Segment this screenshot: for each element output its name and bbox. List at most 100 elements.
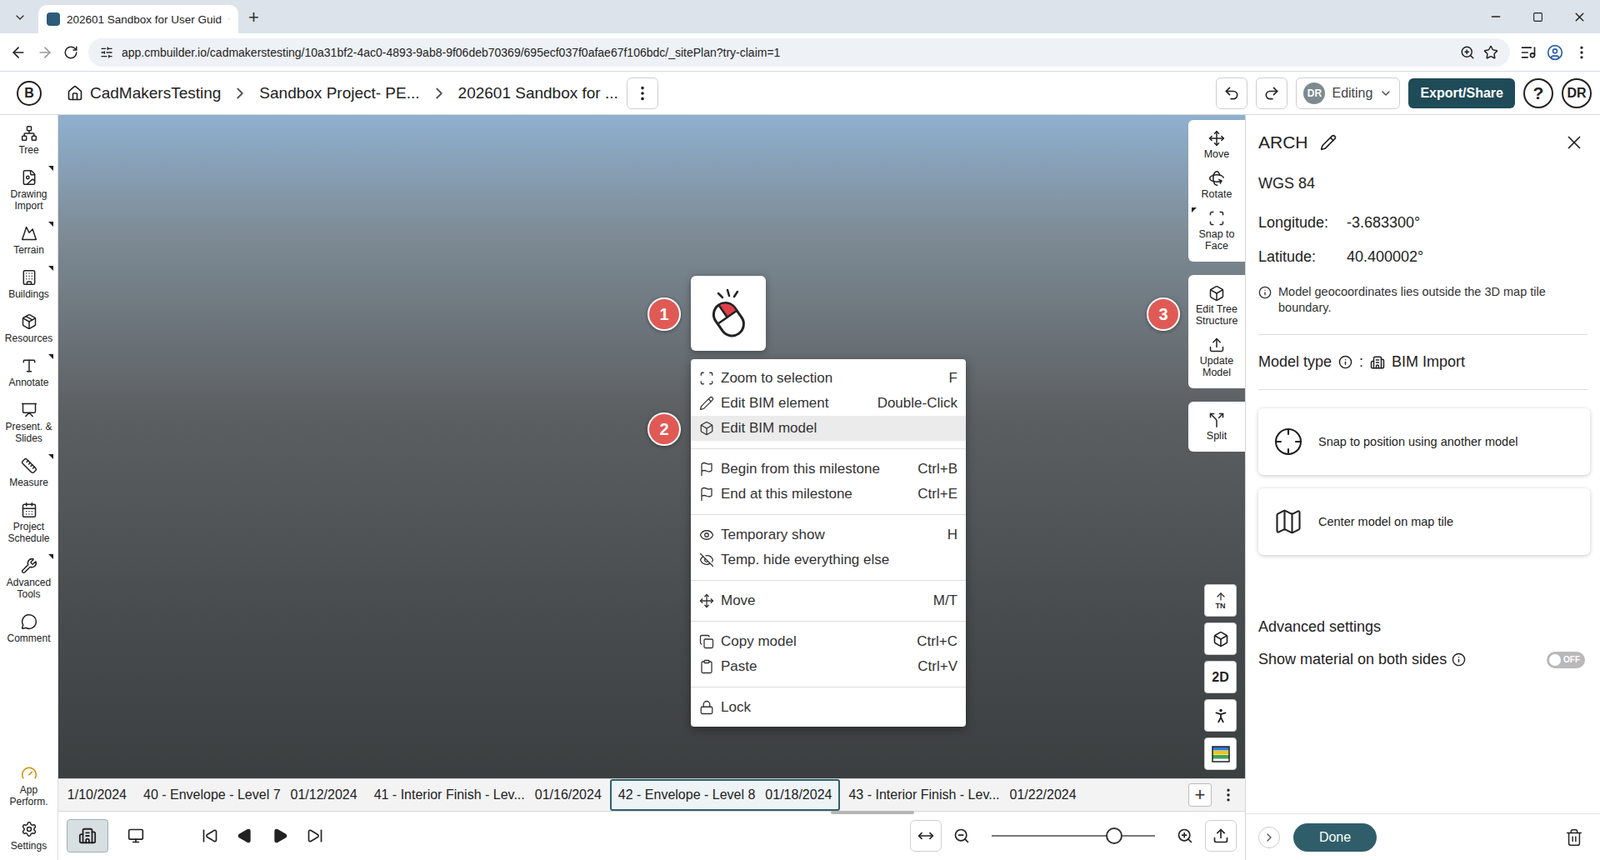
url-field[interactable]: app.cmbuilder.io/cadmakerstesting/10a31b… — [88, 38, 1510, 67]
app-logo[interactable]: B — [16, 80, 42, 106]
delete-trash-icon[interactable] — [1565, 828, 1584, 847]
close-tab-icon[interactable] — [228, 13, 230, 25]
sidebar-item[interactable]: Drawing Import — [0, 162, 58, 219]
sidebar-item[interactable]: Annotate — [0, 350, 58, 395]
temp-hide-everything-else-icon — [699, 552, 715, 568]
menu-item[interactable]: PasteCtrl+V — [690, 654, 966, 680]
done-button[interactable]: Done — [1293, 823, 1377, 852]
first-milestone-button[interactable] — [196, 822, 224, 850]
help-button[interactable]: ? — [1523, 78, 1554, 109]
temporary-show-icon — [699, 527, 715, 543]
milestone[interactable]: 41 - Interior Finish - Lev...01/16/2024 — [365, 779, 610, 811]
zoom-icon[interactable] — [1460, 45, 1475, 60]
menu-item[interactable]: MoveM/T — [690, 588, 966, 614]
last-milestone-button[interactable] — [301, 822, 329, 850]
redo-button[interactable] — [1255, 77, 1288, 110]
menu-item[interactable]: Lock — [690, 695, 966, 720]
play-button[interactable] — [266, 822, 294, 850]
tab-search-button[interactable] — [6, 4, 34, 31]
timeline-menu-icon[interactable] — [1220, 786, 1237, 804]
sidebar-item[interactable]: App Perform. — [0, 758, 58, 815]
minimize-button[interactable] — [1475, 0, 1517, 34]
user-avatar[interactable]: DR — [1561, 78, 1592, 109]
tool-button[interactable]: Snap to Face — [1188, 205, 1245, 257]
breadcrumb-item[interactable]: CadMakersTesting — [66, 84, 221, 103]
tool-button[interactable]: Edit Tree Structure — [1188, 280, 1245, 332]
back-icon[interactable] — [10, 44, 27, 61]
tool-button[interactable]: Rotate — [1188, 165, 1245, 205]
menu-item[interactable]: Edit BIM model — [690, 415, 966, 441]
menu-shortcut: Double-Click — [877, 395, 958, 412]
export-timeline-button[interactable] — [1205, 820, 1237, 852]
text-view-button[interactable]: 2D — [1204, 660, 1237, 694]
zoom-slider[interactable] — [991, 835, 1155, 837]
site-info-icon[interactable] — [100, 45, 114, 60]
setting-toggle[interactable]: OFF — [1546, 651, 1585, 669]
breadcrumb-item[interactable]: Sandbox Project- PE... — [259, 84, 420, 103]
export-share-button[interactable]: Export/Share — [1408, 78, 1515, 109]
sidebar-item[interactable]: Tree — [0, 118, 58, 163]
close-window-button[interactable] — [1558, 0, 1600, 34]
profile-icon[interactable] — [1546, 44, 1564, 61]
milestone[interactable]: 43 - Interior Finish - Lev...01/22/2024 — [840, 779, 1085, 811]
menu-item[interactable]: Temp. hide everything else — [690, 547, 966, 573]
close-panel-icon[interactable] — [1563, 131, 1585, 154]
milestone[interactable]: 1/10/2024 — [58, 779, 135, 811]
milestone[interactable]: 42 - Envelope - Level 801/18/2024 — [610, 779, 841, 811]
milestone-timeline: 1/10/202440 - Envelope - Level 701/12/20… — [58, 778, 1245, 812]
action-card[interactable]: Snap to position using another model — [1258, 408, 1590, 475]
browser-tab[interactable]: 202601 Sandbox for User Guid — [38, 5, 239, 34]
tool-button[interactable]: Split — [1188, 406, 1245, 447]
previous-button[interactable] — [231, 822, 259, 850]
breadcrumb-item[interactable]: 202601 Sandbox for ... — [458, 84, 619, 103]
zoom-slider-thumb[interactable] — [1105, 827, 1123, 845]
sidebar-item[interactable]: Resources — [0, 306, 58, 351]
bookmark-star-icon[interactable] — [1483, 45, 1499, 60]
collapse-panel-button[interactable] — [1258, 826, 1280, 849]
sidebar-item[interactable]: Measure — [0, 450, 58, 495]
menu-item[interactable]: Copy modelCtrl+C — [690, 629, 966, 655]
rename-pencil-icon[interactable] — [1320, 134, 1337, 151]
sidebar-item[interactable]: Project Schedule — [0, 495, 58, 551]
sidebar-item[interactable]: Buildings — [0, 262, 58, 307]
zoom-out-button[interactable] — [948, 822, 975, 850]
menu-item[interactable]: End at this milestoneCtrl+E — [690, 481, 966, 507]
undo-button[interactable] — [1215, 77, 1248, 110]
browser-menu-icon[interactable] — [1573, 44, 1590, 61]
add-milestone-button[interactable]: + — [1188, 783, 1212, 807]
view-mode-button[interactable] — [66, 819, 109, 853]
restore-button[interactable] — [1516, 0, 1559, 34]
sidebar-item[interactable]: Present. & Slides — [0, 395, 58, 451]
cube-view-button[interactable] — [1204, 622, 1237, 655]
sidebar-item[interactable]: Advanced Tools — [0, 550, 58, 607]
forward-icon[interactable] — [36, 44, 54, 61]
north-view-button[interactable]: TN — [1204, 584, 1237, 617]
menu-item[interactable]: Edit BIM elementDouble-Click — [690, 390, 966, 416]
sidebar-item[interactable]: Settings — [0, 814, 58, 859]
undo-icon — [1223, 85, 1240, 102]
project-menu-button[interactable] — [626, 77, 659, 110]
view-mode-button[interactable] — [115, 819, 157, 853]
tool-button[interactable]: Update Model — [1188, 331, 1245, 384]
mode-dropdown[interactable]: DREditing — [1295, 77, 1400, 110]
action-card[interactable]: Center model on map tile — [1258, 488, 1590, 555]
person-view-button[interactable] — [1204, 699, 1237, 732]
new-tab-button[interactable]: + — [238, 6, 270, 29]
sidebar-item[interactable]: Terrain — [0, 218, 58, 263]
menu-item[interactable]: Zoom to selectionF — [690, 365, 966, 391]
3d-viewport[interactable]: Zoom to selectionFEdit BIM elementDouble… — [58, 115, 1245, 779]
milestone[interactable]: 40 - Envelope - Level 701/12/2024 — [135, 779, 366, 811]
tool-button[interactable]: Move — [1188, 125, 1245, 165]
info-icon[interactable] — [1338, 355, 1353, 370]
timeline-scrollbar[interactable] — [830, 810, 915, 815]
menu-item[interactable]: Begin from this milestoneCtrl+B — [690, 456, 966, 482]
info-icon[interactable] — [1451, 652, 1466, 667]
sidebar-item[interactable]: Comment — [0, 606, 58, 651]
reload-icon[interactable] — [63, 45, 79, 60]
coordinate-system: WGS 84 — [1258, 175, 1600, 193]
fit-timeline-button[interactable] — [910, 820, 942, 852]
layers-view-button[interactable] — [1204, 737, 1237, 770]
zoom-in-button[interactable] — [1171, 822, 1199, 850]
media-icon[interactable] — [1520, 44, 1537, 61]
menu-item[interactable]: Temporary showH — [690, 522, 966, 548]
